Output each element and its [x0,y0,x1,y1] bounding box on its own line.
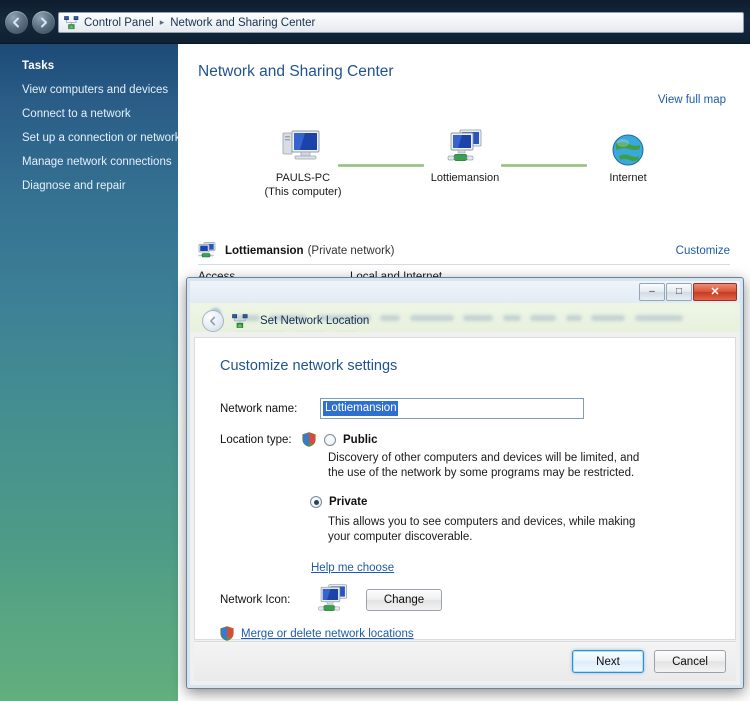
private-option-row: Private [310,496,367,508]
back-button[interactable] [4,10,29,35]
computer-icon [238,124,368,168]
map-node-label-line2: (This computer) [264,185,342,198]
help-me-choose-link[interactable]: Help me choose [311,562,394,574]
cancel-button[interactable]: Cancel [654,650,726,673]
location-type-label: Location type: [220,433,292,446]
network-icon-row: Network Icon: Change [220,583,442,617]
option-private-description-line2: your computer discoverable. [328,531,473,543]
window-titlebar: ▼ Control Panel ▸ Network and Sharing Ce… [0,0,750,44]
option-public-description-line1: Discovery of other computers and devices… [328,452,640,464]
network-icon [64,15,79,30]
sidebar: Tasks View computers and devices Connect… [0,44,181,701]
page-title: Network and Sharing Center [198,63,394,80]
map-node-internet[interactable]: Internet [563,124,693,186]
network-details-header: Lottiemansion (Private network) Customiz… [198,242,730,265]
sidebar-item-diagnose-and-repair[interactable]: Diagnose and repair [22,180,178,192]
dialog-header: Set Network Location [190,308,740,334]
set-network-location-dialog: – □ ✕ Set Network Location Customize net… [186,277,744,689]
breadcrumb-separator-icon: ▸ [159,17,165,27]
sidebar-item-view-computers-and-devices[interactable]: View computers and devices [22,84,178,96]
map-node-label-line1: Internet [609,172,647,184]
network-computers-icon [310,583,356,617]
uac-shield-icon [302,432,316,447]
sidebar-item-connect-to-a-network[interactable]: Connect to a network [22,108,178,120]
forward-button[interactable] [31,10,56,35]
dialog-titlebar[interactable]: – □ ✕ [190,281,740,303]
window-controls: – □ ✕ [638,283,737,301]
next-button[interactable]: Next [572,650,644,673]
map-node-network[interactable]: Lottiemansion [400,124,530,186]
globe-icon [563,124,693,168]
minimize-icon: – [649,286,655,297]
dialog-heading: Customize network settings [220,358,398,374]
sidebar-item-set-up-a-connection-or-network[interactable]: Set up a connection or network [22,132,181,144]
map-node-this-computer[interactable]: PAULS-PC (This computer) [238,124,368,200]
network-kind-label: (Private network) [307,244,395,257]
network-icon [198,242,218,259]
close-icon: ✕ [710,285,720,298]
maximize-icon: □ [675,286,683,297]
network-name-value: Lottiemansion [323,401,398,416]
location-type-row: Location type: Public [220,432,378,447]
screen: ▼ Control Panel ▸ Network and Sharing Ce… [0,0,750,701]
dialog-back-button[interactable] [202,310,224,332]
map-node-label-line1: PAULS-PC [275,172,331,184]
sidebar-item-manage-network-connections[interactable]: Manage network connections [22,156,178,168]
radio-selected-dot [313,499,319,505]
network-map: PAULS-PC (This computer) Lottiemansion I… [178,110,750,232]
network-name-label: Lottiemansion [225,244,304,257]
breadcrumb-item-control-panel[interactable]: Control Panel [84,17,154,29]
network-computers-icon [400,124,530,168]
option-private-description-line1: This allows you to see computers and dev… [328,516,636,528]
merge-network-locations-row[interactable]: Merge or delete network locations [220,626,414,641]
breadcrumb[interactable]: Control Panel ▸ Network and Sharing Cent… [58,12,744,33]
maximize-button[interactable]: □ [666,283,692,301]
sidebar-heading: Tasks [22,60,55,72]
radio-private[interactable] [310,496,322,508]
close-button[interactable]: ✕ [693,283,737,301]
option-private-title: Private [329,496,368,508]
view-full-map-link[interactable]: View full map [658,94,726,106]
dialog-title: Set Network Location [260,315,370,327]
option-public-description-line2: the use of the network by some programs … [328,467,635,479]
radio-public[interactable] [324,433,336,446]
network-icon-label: Network Icon: [220,594,291,606]
dialog-footer: Next Cancel [194,641,736,681]
network-name-row: Network name: Lottiemansion [220,398,584,419]
minimize-button[interactable]: – [639,283,665,301]
change-button[interactable]: Change [366,589,442,611]
network-icon [232,313,248,329]
dialog-body: Customize network settings Network name:… [194,337,736,641]
option-public-title: Public [343,433,378,446]
network-name-input[interactable]: Lottiemansion [320,398,584,419]
breadcrumb-item-network-sharing-center[interactable]: Network and Sharing Center [170,17,315,29]
map-node-label-line1: Lottiemansion [430,172,500,184]
customize-link[interactable]: Customize [676,245,730,257]
uac-shield-icon [220,626,234,641]
network-name-label: Network name: [220,402,298,415]
merge-network-locations-link[interactable]: Merge or delete network locations [241,628,414,640]
